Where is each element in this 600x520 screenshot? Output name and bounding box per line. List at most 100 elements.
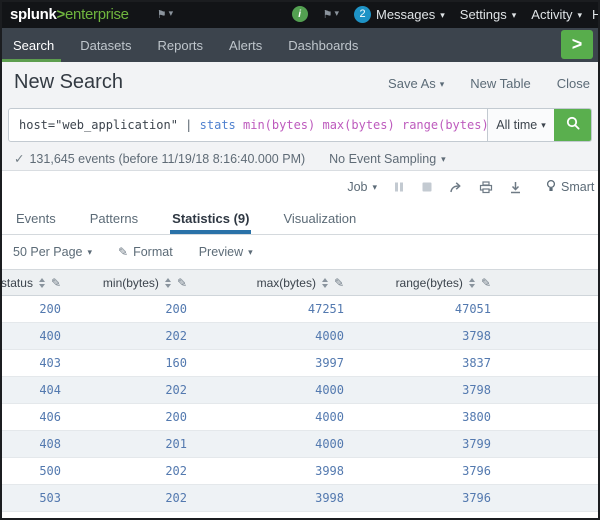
cell-status[interactable]: 200 [0,296,64,323]
edit-column-pencil-icon[interactable] [481,276,491,290]
search-submit-button[interactable] [554,109,591,141]
caret-down-icon [441,152,446,166]
close-button[interactable]: Close [557,76,590,91]
cell-min-bytes[interactable]: 202 [64,485,190,512]
table-row: 50320239983796 [0,485,600,512]
share-job-icon[interactable] [449,181,463,194]
nav-item-reports[interactable]: Reports [145,28,217,62]
search-input[interactable]: host="web_application" | stats min(bytes… [9,109,487,141]
cell-max-bytes[interactable]: 3997 [190,350,347,377]
cell-min-bytes[interactable]: 202 [64,323,190,350]
cell-range-bytes[interactable]: 3799 [347,431,494,458]
event-sampling-menu[interactable]: No Event Sampling [329,152,446,166]
help-menu[interactable]: Help [592,7,600,22]
cell-filler [494,377,600,404]
cell-status[interactable]: 406 [0,404,64,431]
nav-item-dashboards[interactable]: Dashboards [275,28,371,62]
cell-max-bytes[interactable]: 47251 [190,296,347,323]
table-row: 2002004725147051 [0,296,600,323]
sort-icon[interactable] [39,278,45,288]
splunk-logo[interactable]: splunk>enterprise [10,6,129,23]
cell-range-bytes[interactable]: 3799 [347,512,494,520]
stop-job-icon[interactable] [421,181,433,193]
query-token: range(bytes) [402,118,487,132]
tab-visualization[interactable]: Visualization [281,203,358,234]
cell-max-bytes[interactable]: 4000 [190,323,347,350]
splunk-square-logo-button[interactable]: > [561,30,593,59]
column-header-range-bytes[interactable]: range(bytes) [347,270,494,296]
cell-max-bytes[interactable]: 4000 [190,377,347,404]
cell-max-bytes[interactable]: 4000 [190,404,347,431]
sort-icon[interactable] [322,278,328,288]
search-mode-menu[interactable]: Smart Mode [546,171,600,203]
cell-min-bytes[interactable]: 201 [64,431,190,458]
cell-status[interactable]: 408 [0,431,64,458]
query-token [395,118,402,132]
column-header-min-bytes[interactable]: min(bytes) [64,270,190,296]
tab-statistics-9[interactable]: Statistics (9) [170,203,251,234]
app-nav-bar: SearchDatasetsReportsAlertsDashboards > [0,28,600,62]
pause-job-icon[interactable] [393,181,405,193]
cell-filler [494,350,600,377]
preview-menu[interactable]: Preview [199,245,253,259]
cell-status[interactable]: 403 [0,350,64,377]
cell-min-bytes[interactable]: 200 [64,296,190,323]
sort-icon[interactable] [165,278,171,288]
cell-range-bytes[interactable]: 3837 [347,350,494,377]
cell-min-bytes[interactable]: 160 [64,350,190,377]
nav-items: SearchDatasetsReportsAlertsDashboards [0,28,371,62]
cell-max-bytes[interactable]: 3999 [190,512,347,520]
column-header-max-bytes[interactable]: max(bytes) [190,270,347,296]
cell-range-bytes[interactable]: 3796 [347,485,494,512]
cell-max-bytes[interactable]: 3998 [190,485,347,512]
edit-column-pencil-icon[interactable] [51,276,61,290]
page-title: New Search [14,71,123,94]
cell-status[interactable]: 400 [0,323,64,350]
cell-range-bytes[interactable]: 3798 [347,323,494,350]
cell-range-bytes[interactable]: 3800 [347,404,494,431]
cell-range-bytes[interactable]: 3798 [347,377,494,404]
cell-min-bytes[interactable]: 202 [64,377,190,404]
cell-status[interactable]: 503 [0,485,64,512]
sort-icon[interactable] [469,278,475,288]
print-icon[interactable] [479,181,493,194]
notifications-flag-icon[interactable] [323,8,339,21]
nav-item-alerts[interactable]: Alerts [216,28,275,62]
cell-range-bytes[interactable]: 47051 [347,296,494,323]
cell-min-bytes[interactable]: 200 [64,512,190,520]
cell-filler [494,296,600,323]
new-table-button[interactable]: New Table [470,76,530,91]
messages-menu[interactable]: 2 Messages [354,6,445,23]
settings-menu[interactable]: Settings [460,7,517,22]
cell-max-bytes[interactable]: 3998 [190,458,347,485]
per-page-menu[interactable]: 50 Per Page [13,245,92,259]
tab-patterns[interactable]: Patterns [88,203,140,234]
nav-item-search[interactable]: Search [0,28,67,62]
activity-menu[interactable]: Activity [531,7,582,22]
topbar-right-menu: i 2 Messages Settings Activity [292,6,600,23]
page-action-links: Save As New Table Close [388,76,590,91]
query-token: stats [200,118,236,132]
format-menu[interactable]: Format [118,245,173,259]
cell-status[interactable]: 404 [0,377,64,404]
cell-status[interactable]: 500 [0,458,64,485]
cell-max-bytes[interactable]: 4000 [190,431,347,458]
caret-down-icon [541,118,546,132]
save-as-button[interactable]: Save As [388,76,444,91]
time-range-picker[interactable]: All time [487,109,554,141]
job-menu[interactable]: Job [347,180,377,194]
cell-min-bytes[interactable]: 202 [64,458,190,485]
column-header-status[interactable]: status [0,270,64,296]
info-icon[interactable]: i [292,6,308,22]
export-download-icon[interactable] [509,181,522,194]
logo-gt-icon: > [57,6,65,23]
app-flag-icon[interactable] [157,8,173,21]
cell-filler [494,431,600,458]
nav-item-datasets[interactable]: Datasets [67,28,144,62]
cell-status[interactable]: 505 [0,512,64,520]
cell-min-bytes[interactable]: 200 [64,404,190,431]
cell-range-bytes[interactable]: 3796 [347,458,494,485]
edit-column-pencil-icon[interactable] [177,276,187,290]
edit-column-pencil-icon[interactable] [334,276,344,290]
tab-events[interactable]: Events [14,203,58,234]
